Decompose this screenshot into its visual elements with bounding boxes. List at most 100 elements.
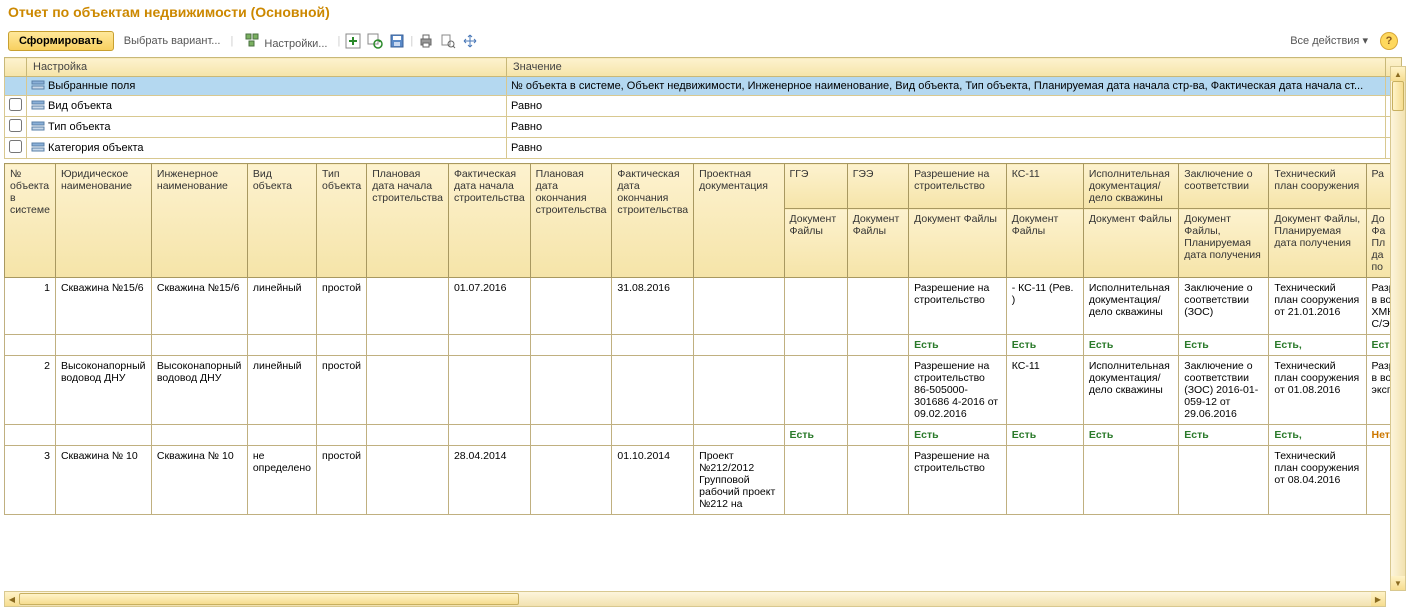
status-cell: Есть	[1179, 335, 1269, 356]
column-subheader[interactable]: Документ Файлы	[909, 209, 1007, 278]
column-subheader[interactable]: Документ Файлы	[847, 209, 908, 278]
save-icon[interactable]	[388, 32, 406, 50]
status-cell	[847, 335, 908, 356]
print-icon[interactable]	[417, 32, 435, 50]
settings-value[interactable]: № объекта в системе, Объект недвижимости…	[507, 77, 1386, 96]
column-header[interactable]: Технический план сооружения	[1269, 164, 1366, 209]
settings-label: Категория объекта	[45, 142, 144, 154]
cell: 2	[5, 356, 56, 425]
column-header[interactable]: Заключение о соответствии	[1179, 164, 1269, 209]
chevron-down-icon: ▾	[1362, 35, 1368, 47]
scroll-thumb[interactable]	[1392, 81, 1404, 111]
cell	[784, 278, 847, 335]
status-cell: Есть	[784, 425, 847, 446]
column-header[interactable]: Тип объекта	[317, 164, 367, 278]
column-header[interactable]: ГЭЭ	[847, 164, 908, 209]
cell: не определено	[247, 446, 316, 515]
column-subheader[interactable]: Документ Файлы	[1006, 209, 1083, 278]
cell	[530, 356, 612, 425]
table-row[interactable]: 3Скважина № 10Скважина № 10не определено…	[5, 446, 1402, 515]
scroll-right-icon[interactable]: ▶	[1371, 592, 1385, 606]
cell	[784, 356, 847, 425]
cell: 28.04.2014	[448, 446, 530, 515]
settings-button[interactable]: Настройки...	[237, 28, 333, 53]
scroll-thumb[interactable]	[19, 593, 519, 605]
scroll-up-icon[interactable]: ▲	[1391, 67, 1405, 81]
toolbar: Сформировать Выбрать вариант... | Настро…	[0, 24, 1406, 57]
cell: простой	[317, 278, 367, 335]
column-header[interactable]: Вид объекта	[247, 164, 316, 278]
cell	[784, 446, 847, 515]
cell: Исполнительная документация/дело скважин…	[1083, 278, 1178, 335]
move-icon[interactable]	[461, 32, 479, 50]
column-header[interactable]: Плановая дата окончания строительства	[530, 164, 612, 278]
column-header[interactable]: Проектная документация	[694, 164, 784, 278]
cell: Технический план сооружения от 08.04.201…	[1269, 446, 1366, 515]
field-icon	[31, 99, 45, 113]
settings-header-check	[5, 58, 27, 77]
status-cell: Есть,	[1269, 425, 1366, 446]
settings-label: Выбранные поля	[45, 80, 135, 92]
column-subheader[interactable]: Документ Файлы	[784, 209, 847, 278]
cell: Разрешение на строительство	[909, 446, 1007, 515]
settings-value[interactable]: Равно	[507, 96, 1386, 117]
cell: Исполнительная документация/дело скважин…	[1083, 356, 1178, 425]
column-subheader[interactable]: Документ Файлы	[1083, 209, 1178, 278]
select-variant-button[interactable]: Выбрать вариант...	[118, 32, 227, 50]
settings-row[interactable]: Категория объекта Равно	[5, 138, 1402, 159]
settings-header-value: Значение	[507, 58, 1386, 77]
cell: Скважина №15/6	[55, 278, 151, 335]
cell: простой	[317, 446, 367, 515]
column-header[interactable]: Юридическое наименование	[55, 164, 151, 278]
column-header[interactable]: № объекта в системе	[5, 164, 56, 278]
report-table: № объекта в системеЮридическое наименова…	[4, 163, 1402, 515]
cell	[1006, 446, 1083, 515]
cell: Технический план сооружения от 01.08.201…	[1269, 356, 1366, 425]
settings-value[interactable]: Равно	[507, 117, 1386, 138]
column-subheader[interactable]: Документ Файлы, Планируемая дата получен…	[1269, 209, 1366, 278]
settings-row[interactable]: Тип объекта Равно	[5, 117, 1402, 138]
column-header[interactable]: ГГЭ	[784, 164, 847, 209]
all-actions-button[interactable]: Все действия ▾	[1284, 31, 1374, 50]
separator-icon: |	[337, 35, 340, 47]
column-header[interactable]: Фактическая дата окончания строительства	[612, 164, 694, 278]
settings-checkbox[interactable]	[9, 98, 22, 111]
cell	[367, 278, 449, 335]
cell: 3	[5, 446, 56, 515]
settings-row[interactable]: Вид объектаРавно	[5, 96, 1402, 117]
status-cell: Есть	[1006, 335, 1083, 356]
column-header[interactable]: Исполнительная документация/дело скважин…	[1083, 164, 1178, 209]
table-row[interactable]: 2Высоконапорный водовод ДНУВысоконапорны…	[5, 356, 1402, 425]
column-header[interactable]: КС-11	[1006, 164, 1083, 209]
cell	[847, 356, 908, 425]
preview-icon[interactable]	[439, 32, 457, 50]
cell	[847, 278, 908, 335]
settings-row[interactable]: Выбранные поля № объекта в системе, Объек…	[5, 77, 1402, 96]
column-header[interactable]: Инженерное наименование	[151, 164, 247, 278]
status-cell: Есть	[1179, 425, 1269, 446]
vertical-scrollbar[interactable]: ▲ ▼	[1390, 66, 1406, 591]
cell	[1083, 446, 1178, 515]
column-header[interactable]: Фактическая дата начала строительства	[448, 164, 530, 278]
horizontal-scrollbar[interactable]: ◀ ▶	[4, 591, 1386, 607]
settings-checkbox[interactable]	[9, 119, 22, 132]
cell	[367, 356, 449, 425]
column-subheader[interactable]: Документ Файлы, Планируемая дата получен…	[1179, 209, 1269, 278]
table-row[interactable]: 1Скважина №15/6Скважина №15/6линейныйпро…	[5, 278, 1402, 335]
column-header[interactable]: Плановая дата начала строительства	[367, 164, 449, 278]
settings-value[interactable]: Равно	[507, 138, 1386, 159]
scroll-left-icon[interactable]: ◀	[5, 592, 19, 606]
scroll-down-icon[interactable]: ▼	[1391, 576, 1405, 590]
field-icon	[31, 79, 45, 93]
settings-checkbox[interactable]	[9, 140, 22, 153]
column-header[interactable]: Разрешение на строительство	[909, 164, 1007, 209]
field-icon	[31, 120, 45, 134]
add-icon[interactable]	[344, 32, 362, 50]
status-cell: Есть,	[1269, 335, 1366, 356]
cell: Проект №212/2012 Групповой рабочий проек…	[694, 446, 784, 515]
settings-label: Тип объекта	[45, 121, 110, 133]
table-refresh-icon[interactable]	[366, 32, 384, 50]
page-title: Отчет по объектам недвижимости (Основной…	[0, 0, 1406, 24]
help-icon[interactable]: ?	[1380, 32, 1398, 50]
generate-button[interactable]: Сформировать	[8, 31, 114, 51]
